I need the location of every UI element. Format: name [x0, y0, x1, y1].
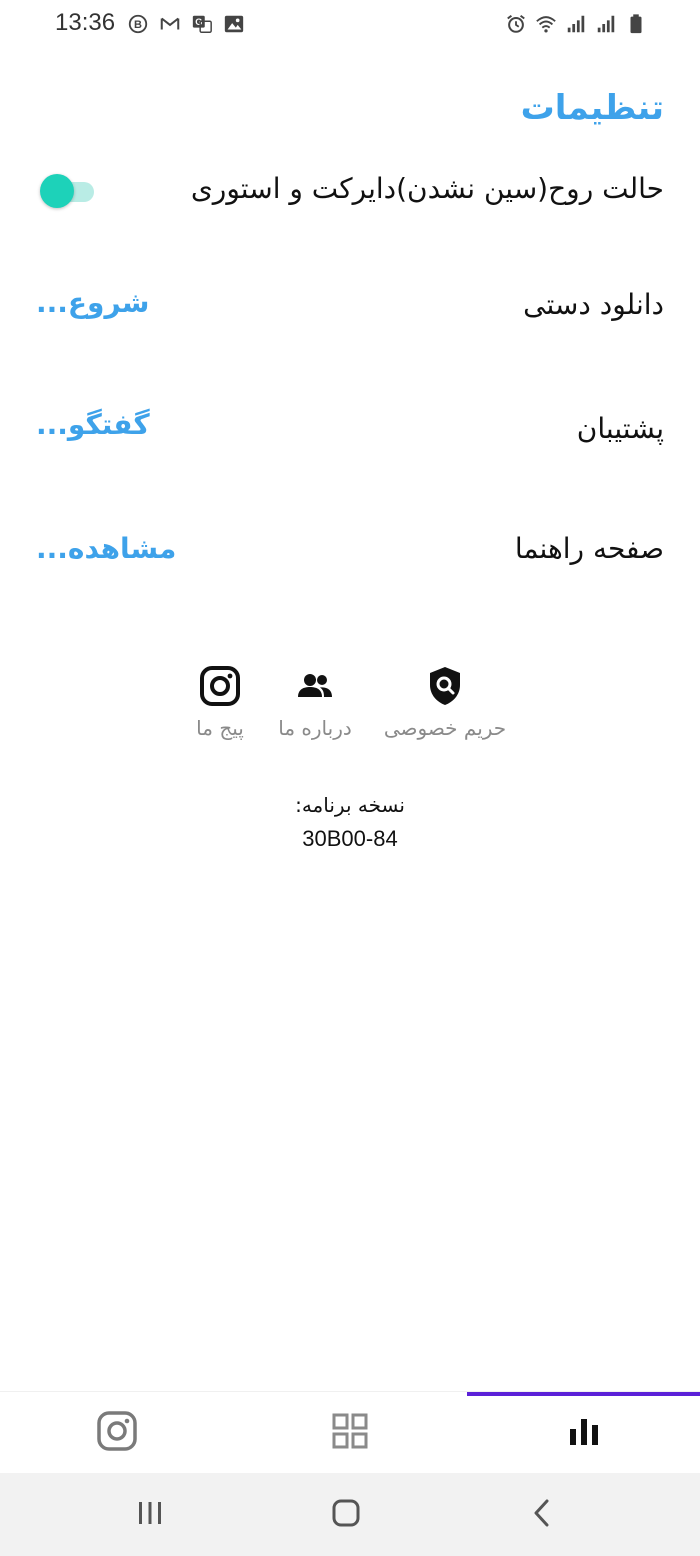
privacy-link[interactable]: حریم خصوصی — [383, 664, 507, 740]
signal-icon — [594, 12, 618, 36]
tab-stats[interactable] — [467, 1392, 700, 1474]
svg-text:B: B — [134, 19, 142, 31]
instagram-icon — [198, 664, 242, 712]
ghost-mode-label: حالت روح(سین نشدن)دایرکت و استوری — [190, 172, 664, 205]
instagram-icon — [95, 1409, 139, 1457]
settings-row-support: پشتیبان گفتگو... — [0, 398, 700, 468]
support-chat-link[interactable]: گفتگو... — [36, 408, 150, 441]
manual-download-start-link[interactable]: شروع... — [36, 286, 149, 319]
guide-label: صفحه راهنما — [514, 532, 664, 565]
back-icon — [525, 1496, 559, 1534]
recent-apps-button[interactable] — [120, 1493, 180, 1537]
people-icon — [293, 664, 337, 712]
home-icon — [329, 1496, 363, 1534]
about-link[interactable]: درباره ما — [276, 664, 354, 740]
page-title: تنظیمات — [520, 88, 664, 128]
tab-instagram[interactable] — [0, 1392, 233, 1474]
status-time: 13:36 — [55, 9, 116, 36]
battery-icon — [624, 12, 648, 36]
version-value: 30B00-84 — [302, 826, 398, 851]
settings-row-guide: صفحه راهنما مشاهده... — [0, 520, 700, 590]
info-links: حریم خصوصی درباره ما پیج ما — [0, 664, 700, 754]
bottom-tab-bar — [0, 1391, 700, 1474]
privacy-label: حریم خصوصی — [383, 716, 507, 740]
grid-icon — [328, 1409, 372, 1457]
signal-icon — [564, 12, 588, 36]
version-label: نسخه برنامه: — [295, 793, 405, 817]
status-bar: 13:36 B G — [0, 0, 700, 50]
status-notifications: B G — [126, 12, 246, 36]
recent-apps-icon — [133, 1496, 167, 1534]
bar-chart-icon — [562, 1409, 606, 1457]
guide-view-link[interactable]: مشاهده... — [36, 532, 176, 565]
support-label: پشتیبان — [576, 412, 664, 445]
translate-icon: G — [190, 12, 214, 36]
alarm-icon — [504, 12, 528, 36]
settings-row-ghost-mode: حالت روح(سین نشدن)دایرکت و استوری — [0, 160, 700, 230]
about-label: درباره ما — [278, 716, 352, 740]
settings-row-manual-download: دانلود دستی شروع... — [0, 276, 700, 346]
ghost-mode-toggle[interactable] — [38, 173, 96, 209]
gmail-icon — [158, 12, 182, 36]
instagram-page-label: پیج ما — [196, 716, 244, 740]
tab-grid[interactable] — [233, 1392, 466, 1474]
status-system-icons — [504, 12, 648, 36]
shield-search-icon — [423, 664, 467, 712]
wifi-icon — [534, 12, 558, 36]
manual-download-label: دانلود دستی — [523, 288, 664, 321]
instagram-page-link[interactable]: پیج ما — [188, 664, 252, 740]
b-circle-icon: B — [126, 12, 150, 36]
system-nav-bar — [0, 1473, 700, 1556]
back-button[interactable] — [512, 1493, 572, 1537]
home-button[interactable] — [316, 1493, 376, 1537]
image-icon — [222, 12, 246, 36]
toggle-thumb — [40, 174, 74, 208]
